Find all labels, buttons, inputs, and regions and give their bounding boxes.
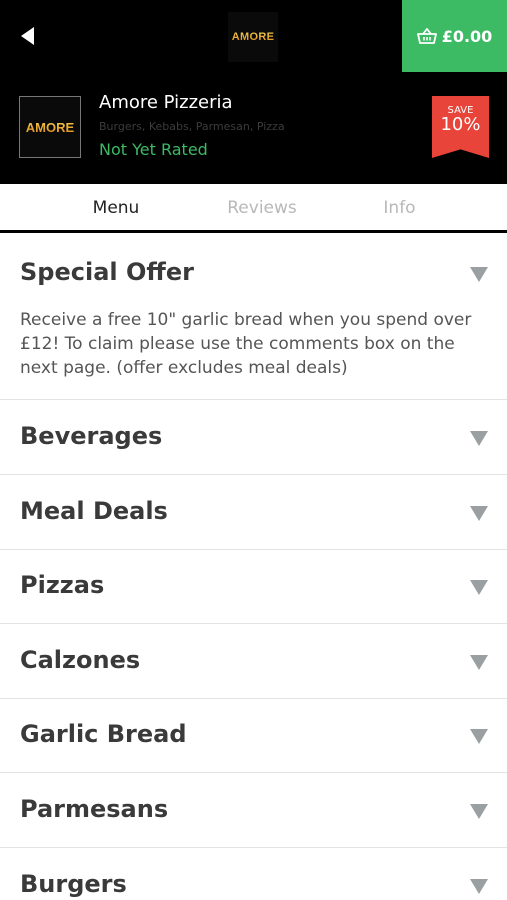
discount-badge: SAVE 10% xyxy=(432,96,489,158)
back-button[interactable] xyxy=(12,20,44,52)
category-title: Garlic Bread xyxy=(20,720,187,748)
restaurant-rating: Not Yet Rated xyxy=(99,140,208,159)
category-parmesans[interactable]: Parmesans xyxy=(0,773,507,848)
chevron-down-icon xyxy=(470,655,488,670)
category-pizzas[interactable]: Pizzas xyxy=(0,550,507,624)
chevron-down-icon xyxy=(470,431,488,446)
header-logo: AMORE xyxy=(228,12,278,62)
category-title: Meal Deals xyxy=(20,497,168,525)
special-offer-section[interactable]: Special Offer Receive a free 10" garlic … xyxy=(0,236,507,400)
special-offer-text: Receive a free 10" garlic bread when you… xyxy=(20,310,472,378)
category-title: Parmesans xyxy=(20,795,169,823)
chevron-down-icon xyxy=(470,879,488,894)
category-beverages[interactable]: Beverages xyxy=(0,400,507,475)
category-title: Beverages xyxy=(20,422,163,450)
restaurant-logo: AMORE xyxy=(19,96,81,158)
chevron-down-icon xyxy=(470,580,488,595)
tab-info[interactable]: Info xyxy=(292,184,507,230)
tab-reviews[interactable]: Reviews xyxy=(227,184,297,230)
chevron-down-icon xyxy=(470,729,488,744)
tab-menu[interactable]: Menu xyxy=(0,184,232,230)
discount-value: 10% xyxy=(440,114,481,135)
top-bar: AMORE £0.00 xyxy=(0,0,507,72)
category-meal-deals[interactable]: Meal Deals xyxy=(0,475,507,550)
category-burgers[interactable]: Burgers xyxy=(0,848,507,900)
cart-button[interactable]: £0.00 xyxy=(402,0,507,72)
restaurant-logo-text: AMORE xyxy=(25,119,75,135)
chevron-down-icon xyxy=(470,267,488,282)
category-title: Burgers xyxy=(20,870,127,898)
header-logo-text: AMORE xyxy=(231,31,275,43)
cart-total: £0.00 xyxy=(441,26,493,46)
tab-bar: Menu Reviews Info xyxy=(0,184,507,233)
category-garlic-bread[interactable]: Garlic Bread xyxy=(0,699,507,773)
chevron-down-icon xyxy=(470,804,488,819)
chevron-down-icon xyxy=(470,506,488,521)
category-calzones[interactable]: Calzones xyxy=(0,624,507,699)
category-title: Pizzas xyxy=(20,571,105,599)
special-offer-title: Special Offer xyxy=(20,258,194,286)
restaurant-header: AMORE Amore Pizzeria Burgers, Kebabs, Pa… xyxy=(0,72,507,184)
back-arrow-icon xyxy=(21,27,34,45)
restaurant-cuisines: Burgers, Kebabs, Parmesan, Pizza xyxy=(99,120,285,133)
category-title: Calzones xyxy=(20,646,141,674)
restaurant-name: Amore Pizzeria xyxy=(99,92,233,113)
basket-icon xyxy=(416,28,437,44)
